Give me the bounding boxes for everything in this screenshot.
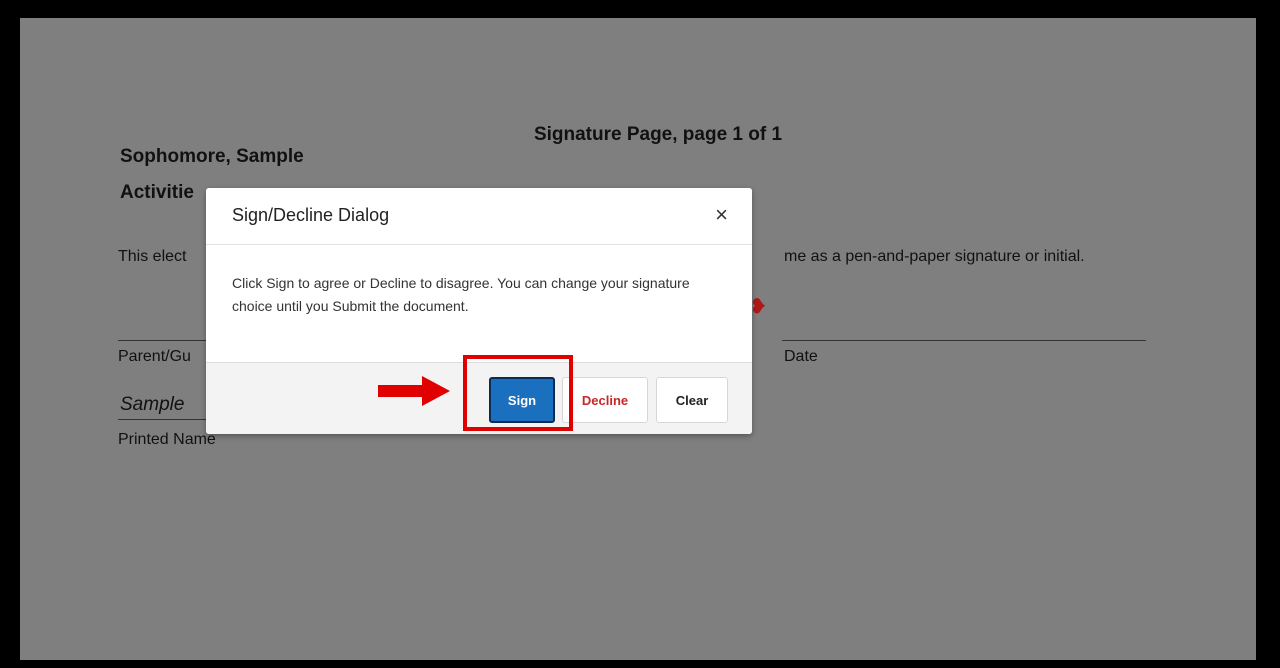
printed-name-label: Printed Name [118, 431, 216, 448]
printed-name-value: Sample [120, 394, 185, 415]
signature-marker-icon: ❥ [750, 296, 767, 318]
dialog-title: Sign/Decline Dialog [232, 205, 390, 225]
date-line [782, 340, 1146, 341]
sign-decline-dialog: Sign/Decline Dialog × Click Sign to agre… [206, 188, 752, 434]
date-label: Date [784, 348, 818, 365]
decline-button[interactable]: Decline [562, 377, 648, 423]
student-name: Sophomore, Sample [120, 146, 304, 167]
page-title: Signature Page, page 1 of 1 [533, 124, 783, 145]
signature-label: Parent/Gu [118, 348, 191, 365]
clear-button[interactable]: Clear [656, 377, 728, 423]
dialog-header: Sign/Decline Dialog × [206, 188, 752, 245]
form-name: Activitie [120, 182, 194, 203]
arrow-right-icon [378, 376, 450, 406]
esign-notice-right: me as a pen-and-paper signature or initi… [784, 248, 1085, 265]
dialog-message: Click Sign to agree or Decline to disagr… [232, 275, 690, 314]
close-icon[interactable]: × [715, 202, 728, 228]
dialog-footer: Sign Decline Clear [206, 362, 752, 434]
sign-button[interactable]: Sign [489, 377, 555, 423]
esign-notice-left: This elect [118, 248, 187, 265]
